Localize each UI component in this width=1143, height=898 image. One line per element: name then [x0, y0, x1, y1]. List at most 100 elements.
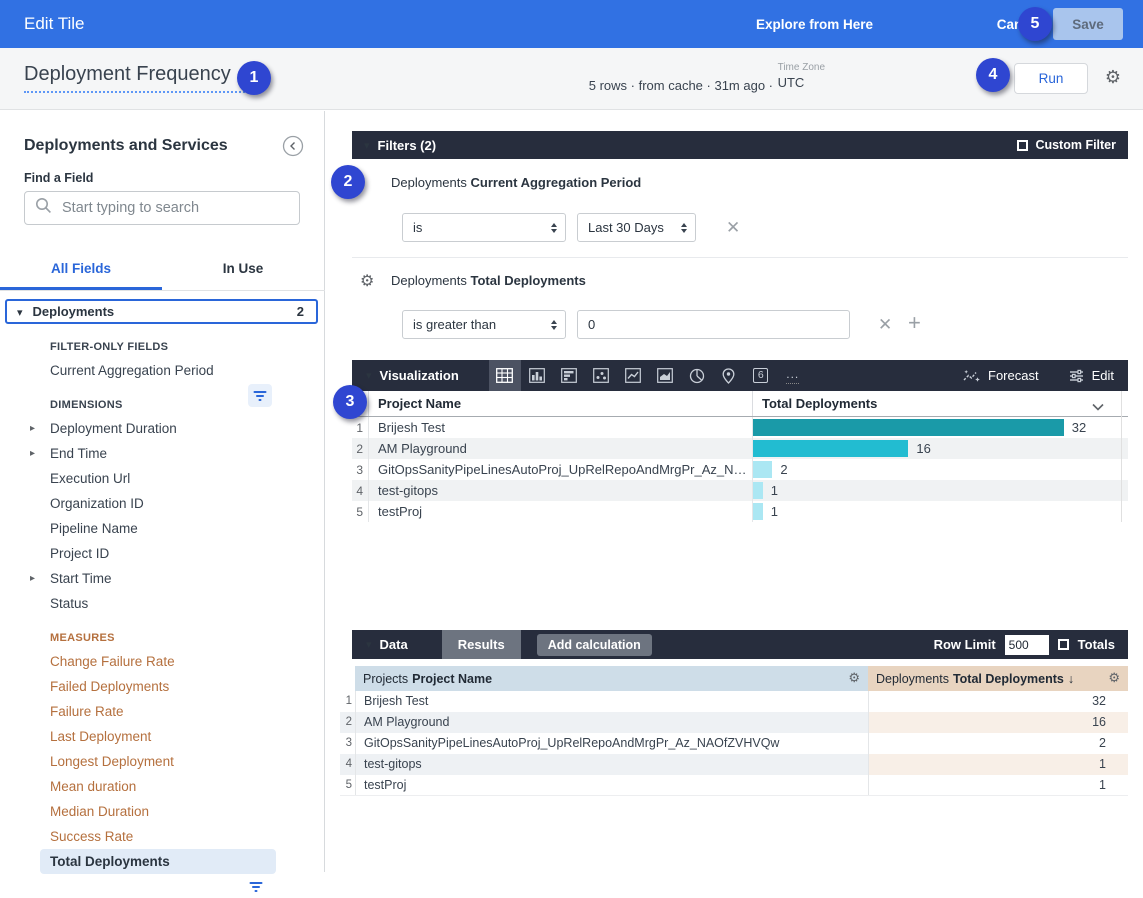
column-gear-icon[interactable]: [1108, 670, 1120, 686]
filter-icon[interactable]: [244, 875, 268, 898]
filter-view-name: Deployments: [391, 273, 467, 288]
annotation-badge-1: 1: [237, 61, 271, 95]
forecast-button[interactable]: Forecast: [963, 368, 1039, 383]
project-name-cell[interactable]: GitOpsSanityPipeLinesAutoProj_UpRelRepoA…: [368, 459, 752, 480]
field-end-time[interactable]: End Time: [0, 441, 325, 466]
project-name-cell[interactable]: testProj: [355, 775, 868, 795]
deployments-bar[interactable]: [753, 461, 772, 478]
deployments-bar[interactable]: [753, 503, 763, 520]
deployments-value-cell[interactable]: 32: [868, 691, 1128, 712]
collapse-sidebar-icon[interactable]: [282, 135, 304, 157]
tab-all-fields[interactable]: All Fields: [0, 249, 162, 290]
filter-operator-select[interactable]: is greater than: [402, 310, 566, 339]
expand-caret-icon[interactable]: [30, 416, 35, 441]
field-execution-url[interactable]: Execution Url: [0, 466, 325, 491]
filters-section-header[interactable]: Filters (2) Custom Filter: [352, 131, 1128, 159]
add-filter-icon[interactable]: [908, 310, 921, 336]
field-search-box[interactable]: [24, 191, 300, 225]
project-name-cell[interactable]: testProj: [368, 501, 752, 522]
field-failed-deployments[interactable]: Failed Deployments: [0, 674, 325, 699]
edit-viz-button[interactable]: Edit: [1069, 368, 1114, 383]
remove-filter-icon[interactable]: [878, 315, 892, 335]
viz-type-table-icon[interactable]: [489, 360, 521, 391]
field-longest-deployment[interactable]: Longest Deployment: [0, 749, 325, 774]
viz-type-single-value-icon[interactable]: 6: [745, 360, 777, 391]
sort-descending-arrow[interactable]: ↓: [1068, 672, 1074, 686]
filter-icon[interactable]: [248, 384, 272, 407]
table-row: 1 Brijesh Test 32: [352, 417, 1128, 438]
field-mean-duration[interactable]: Mean duration: [0, 774, 325, 799]
project-name-cell[interactable]: AM Playground: [368, 438, 752, 459]
explore-from-here-link[interactable]: Explore from Here: [756, 17, 873, 32]
deployments-value-cell[interactable]: 16: [868, 712, 1128, 733]
project-name-cell[interactable]: test-gitops: [355, 754, 868, 775]
field-pipeline-name[interactable]: Pipeline Name: [0, 516, 325, 541]
viz-col-project-name[interactable]: Project Name: [368, 391, 752, 416]
filter-value-input[interactable]: [577, 310, 850, 339]
filter-field-name: Total Deployments: [471, 273, 586, 288]
query-settings-gear-icon[interactable]: [1105, 67, 1121, 88]
deployments-bar[interactable]: [753, 440, 908, 457]
viz-type-line-icon[interactable]: [617, 360, 649, 391]
table-row: 3 GitOpsSanityPipeLinesAutoProj_UpRelRep…: [340, 733, 1128, 754]
page-title[interactable]: Deployment Frequency: [24, 63, 245, 93]
field-project-id[interactable]: Project ID: [0, 541, 325, 566]
remove-filter-icon[interactable]: [726, 218, 740, 238]
results-tab[interactable]: Results: [442, 630, 521, 659]
field-deployment-duration[interactable]: Deployment Duration: [0, 416, 325, 441]
data-col-project-name[interactable]: Projects Project Name: [355, 666, 868, 691]
run-button[interactable]: Run: [1014, 63, 1088, 94]
project-name-cell[interactable]: test-gitops: [368, 480, 752, 501]
field-status[interactable]: Status: [0, 591, 325, 616]
deployments-value-cell[interactable]: 2: [868, 733, 1128, 754]
chevron-down-icon[interactable]: [1092, 398, 1104, 416]
deployments-value-cell[interactable]: 1: [868, 754, 1128, 775]
expand-caret-icon[interactable]: [30, 566, 35, 591]
data-section-header[interactable]: Data Results Add calculation Row Limit T…: [352, 630, 1128, 659]
deployments-bar[interactable]: [753, 482, 763, 499]
field-median-duration[interactable]: Median Duration: [0, 799, 325, 824]
filters-header-label: Filters (2): [378, 138, 437, 153]
project-name-cell[interactable]: Brijesh Test: [355, 691, 868, 712]
explore-name-title: Deployments and Services: [24, 137, 228, 155]
viz-type-bar-icon[interactable]: [553, 360, 585, 391]
search-input[interactable]: [62, 200, 289, 216]
field-start-time[interactable]: Start Time: [0, 566, 325, 591]
viz-col-total-deployments[interactable]: Total Deployments: [752, 391, 1128, 416]
column-gear-icon[interactable]: [848, 670, 860, 686]
custom-filter-checkbox[interactable]: [1017, 140, 1028, 151]
viz-type-map-icon[interactable]: [713, 360, 745, 391]
caret-down-icon: [366, 638, 372, 651]
field-change-failure-rate[interactable]: Change Failure Rate: [0, 649, 325, 674]
field-current-aggregation-period[interactable]: Current Aggregation Period: [0, 358, 325, 383]
tab-in-use[interactable]: In Use: [162, 249, 324, 290]
deployments-bar[interactable]: [753, 419, 1064, 436]
totals-checkbox[interactable]: [1058, 639, 1069, 650]
visualization-section-header[interactable]: Visualization 6 ...: [352, 360, 1128, 391]
filter-operator-select[interactable]: is: [402, 213, 566, 242]
field-last-deployment[interactable]: Last Deployment: [0, 724, 325, 749]
deployments-value-cell[interactable]: 1: [868, 775, 1128, 795]
row-limit-input[interactable]: [1005, 635, 1049, 655]
viz-type-pie-icon[interactable]: [681, 360, 713, 391]
deployments-group-row[interactable]: Deployments 2: [5, 299, 318, 324]
project-name-cell[interactable]: GitOpsSanityPipeLinesAutoProj_UpRelRepoA…: [355, 733, 868, 754]
filter-value-select[interactable]: Last 30 Days: [577, 213, 696, 242]
expand-caret-icon[interactable]: [30, 441, 35, 466]
data-col-total-deployments[interactable]: Deployments Total Deployments ↓: [868, 666, 1128, 691]
viz-type-more-icon[interactable]: ...: [777, 360, 809, 391]
save-button[interactable]: Save: [1053, 8, 1123, 40]
viz-type-area-icon[interactable]: [649, 360, 681, 391]
field-total-deployments[interactable]: Total Deployments: [40, 849, 276, 874]
row-number: 5: [340, 775, 355, 795]
project-name-cell[interactable]: Brijesh Test: [368, 417, 752, 438]
filter-settings-gear-icon[interactable]: [360, 271, 374, 291]
field-failure-rate[interactable]: Failure Rate: [0, 699, 325, 724]
add-calculation-button[interactable]: Add calculation: [537, 634, 652, 656]
project-name-cell[interactable]: AM Playground: [355, 712, 868, 733]
viz-type-column-icon[interactable]: [521, 360, 553, 391]
field-success-rate[interactable]: Success Rate: [0, 824, 325, 849]
viz-type-scatter-icon[interactable]: [585, 360, 617, 391]
field-organization-id[interactable]: Organization ID: [0, 491, 325, 516]
filters-body: Deployments Current Aggregation Period i…: [352, 159, 1128, 360]
